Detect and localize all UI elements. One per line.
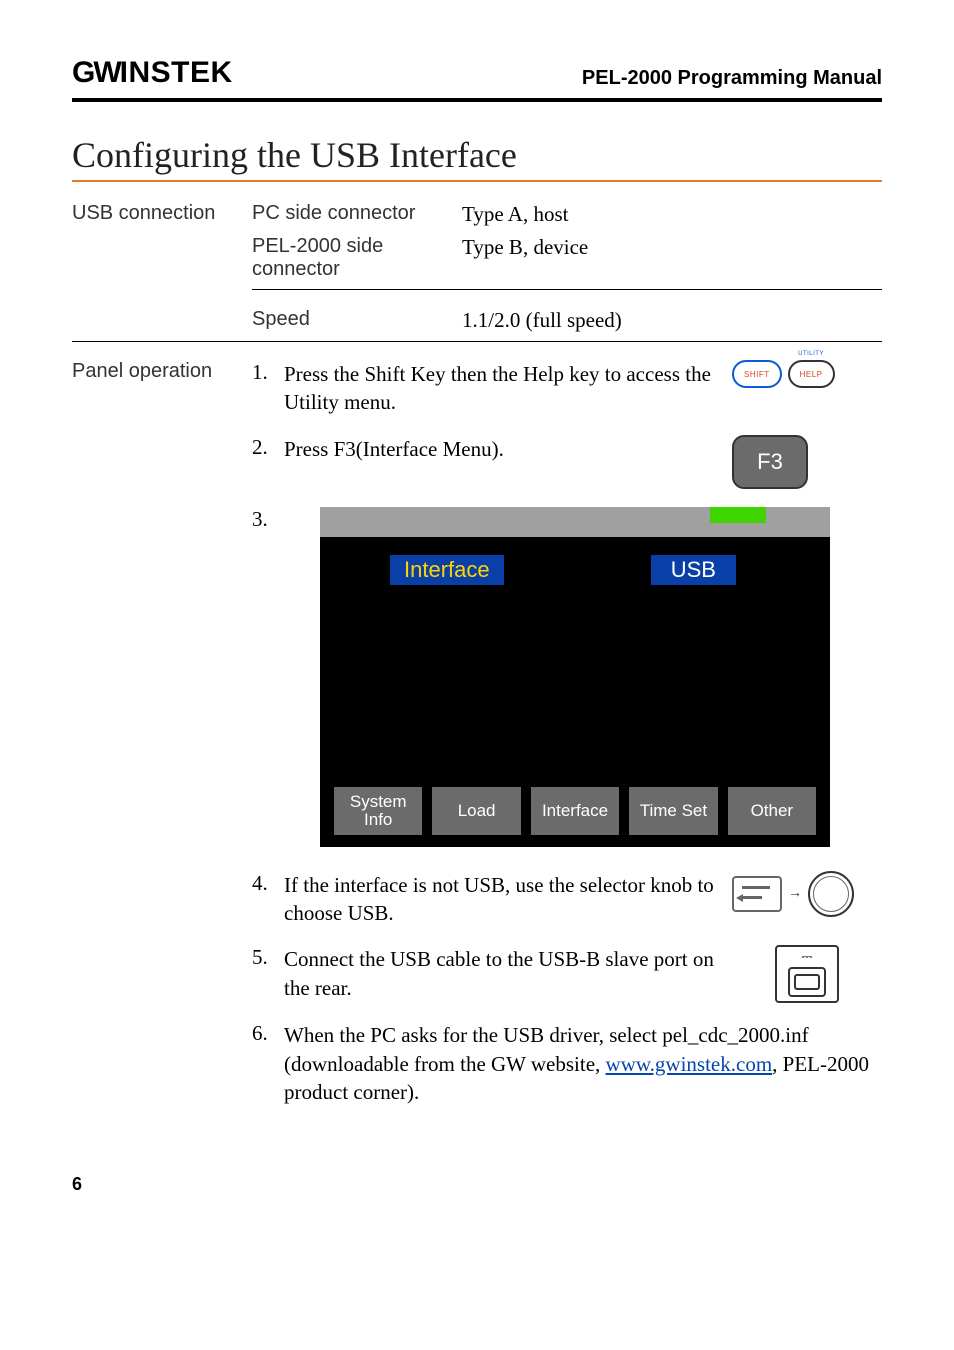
divider	[72, 341, 882, 342]
table-cell: 1.1/2.0 (full speed)	[462, 308, 882, 333]
table-cell: PEL-2000 side connector	[252, 235, 462, 281]
softkey-time-set: Time Set	[629, 787, 717, 835]
step-number: 2.	[252, 435, 284, 460]
gwinstek-link[interactable]: www.gwinstek.com	[606, 1052, 773, 1076]
step-text: Connect the USB cable to the USB-B slave…	[284, 945, 732, 1002]
table-cell: PC side connector	[252, 202, 462, 225]
step-number: 6.	[252, 1021, 284, 1046]
document-title: PEL-2000 Programming Manual	[582, 67, 882, 90]
utility-label: UTILITY	[798, 351, 824, 357]
interface-field-value: USB	[651, 555, 736, 585]
status-indicator	[710, 507, 766, 523]
panel-operation-label: Panel operation	[72, 360, 252, 383]
instrument-screen: Interface USB System Info Load Interface…	[320, 507, 830, 847]
step-text: When the PC asks for the USB driver, sel…	[284, 1021, 882, 1106]
step-number: 5.	[252, 945, 284, 970]
usb-connection-label: USB connection	[72, 202, 252, 225]
step-number: 3.	[252, 507, 284, 532]
step-text: If the interface is not USB, use the sel…	[284, 871, 732, 928]
section-heading: Configuring the USB Interface	[72, 134, 882, 176]
softkey-load: Load	[432, 787, 520, 835]
table-cell: Speed	[252, 308, 462, 331]
usb-port-icon: ⎓	[775, 945, 839, 1003]
step-number: 4.	[252, 871, 284, 896]
selector-knob-icon: →	[732, 871, 854, 917]
step-text: Press F3(Interface Menu).	[284, 435, 732, 463]
shift-key-icon: SHIFT	[732, 360, 782, 388]
brand-logo: GWINSTEK	[72, 56, 233, 90]
table-cell: Type B, device	[462, 235, 882, 260]
softkey-row: System Info Load Interface Time Set Othe…	[334, 787, 816, 835]
section-rule	[72, 180, 882, 182]
step-number: 1.	[252, 360, 284, 385]
page-number: 6	[72, 1174, 882, 1195]
screen-statusbar	[320, 507, 830, 537]
f3-key-icon: F3	[732, 435, 808, 489]
softkey-interface: Interface	[531, 787, 619, 835]
softkey-other: Other	[728, 787, 816, 835]
help-key-icon: UTILITY HELP	[788, 360, 835, 388]
step-text: Press the Shift Key then the Help key to…	[284, 360, 732, 417]
interface-field-label: Interface	[390, 555, 504, 585]
softkey-system-info: System Info	[334, 787, 422, 835]
divider	[252, 289, 882, 290]
table-cell: Type A, host	[462, 202, 882, 227]
page-header: GWINSTEK PEL-2000 Programming Manual	[72, 56, 882, 102]
